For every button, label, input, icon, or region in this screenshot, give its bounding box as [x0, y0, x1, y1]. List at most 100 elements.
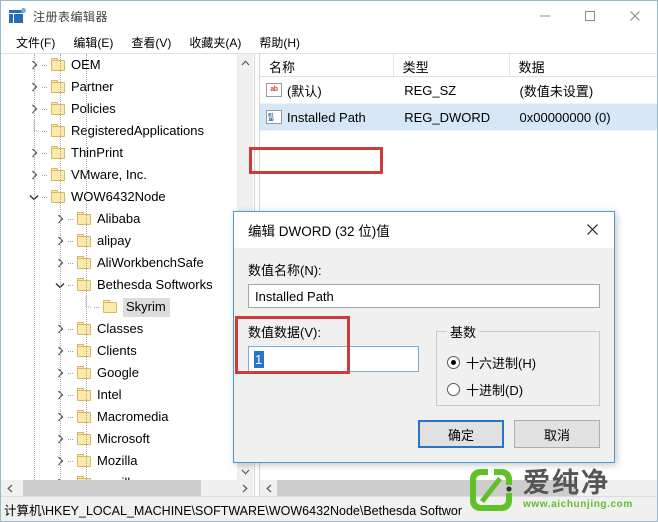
menu-item-help[interactable]: 帮助(H): [250, 32, 309, 53]
value-data: (数值未设置): [519, 83, 594, 99]
folder-icon: [76, 432, 92, 446]
scroll-right-icon[interactable]: [236, 480, 253, 496]
folder-icon: [76, 256, 92, 270]
tree-connector: [68, 252, 76, 274]
folder-icon: [50, 58, 66, 72]
tree-node-registeredapplications[interactable]: RegisteredApplications: [1, 120, 236, 142]
value-data-column: 数值数据(V): 1: [248, 322, 419, 406]
string-value-icon: ab: [266, 83, 282, 97]
ok-button[interactable]: 确定: [418, 420, 504, 448]
folder-icon: [76, 388, 92, 402]
tree-node-alibaba[interactable]: Alibaba: [1, 208, 236, 230]
registry-tree-pane: OEM Partner Policies RegisteredApplications…: [1, 54, 254, 496]
tree-node-label: Alibaba: [97, 211, 141, 226]
folder-icon: [50, 80, 66, 94]
radio-hexadecimal[interactable]: 十六进制(H): [447, 353, 589, 372]
value-data-input[interactable]: 1: [248, 346, 419, 372]
tree-node-oem[interactable]: OEM: [1, 54, 236, 76]
scroll-left-icon[interactable]: [260, 480, 277, 496]
listview-header: 名称 类型 数据: [260, 54, 657, 77]
scroll-left-icon[interactable]: [1, 480, 18, 496]
tree-node-label: alipay: [97, 233, 131, 248]
radix-column: 基数 十六进制(H) 十进制(D): [436, 322, 600, 406]
tree-node-bethesda-softworks[interactable]: Bethesda Softworks: [1, 274, 236, 296]
close-icon[interactable]: [612, 1, 657, 31]
folder-icon: [50, 146, 66, 160]
tree-node-partner[interactable]: Partner: [1, 76, 236, 98]
tree-node-aliworkbenchsafe[interactable]: AliWorkbenchSafe: [1, 252, 236, 274]
radio-decimal[interactable]: 十进制(D): [447, 380, 589, 399]
folder-icon: [76, 234, 92, 248]
maximize-icon[interactable]: [567, 1, 612, 31]
tree-node-macromedia[interactable]: Macromedia: [1, 406, 236, 428]
column-header-name[interactable]: 名称: [260, 54, 394, 76]
tree-node-clients[interactable]: Clients: [1, 340, 236, 362]
registry-tree: OEM Partner Policies RegisteredApplications…: [1, 54, 236, 480]
scroll-up-icon[interactable]: [237, 54, 253, 71]
tree-node-alipay[interactable]: alipay: [1, 230, 236, 252]
tree-connector: [68, 318, 76, 340]
tree-node-mozilla[interactable]: Mozilla: [1, 450, 236, 472]
folder-icon: [76, 278, 92, 292]
menu-item-edit[interactable]: 编辑(E): [64, 32, 122, 53]
tree-node-label: Partner: [71, 79, 114, 94]
radix-group: 基数 十六进制(H) 十进制(D): [436, 322, 600, 406]
value-data-label: 数值数据(V):: [248, 325, 321, 340]
tree-node-label: RegisteredApplications: [71, 123, 204, 138]
tree-hscroll-thumb[interactable]: [23, 480, 201, 496]
svg-text:100: 100: [268, 117, 274, 122]
window-title: 注册表编辑器: [33, 9, 109, 24]
tree-node-label: Policies: [71, 101, 116, 116]
tree-connector: [68, 340, 76, 362]
tree-node-label: Clients: [97, 343, 137, 358]
radix-legend: 基数: [450, 325, 477, 340]
tree-connector: [42, 164, 50, 186]
tree-node-mozilla-org[interactable]: mozilla.org: [1, 472, 236, 480]
value-type: REG_SZ: [404, 82, 457, 98]
minimize-icon[interactable]: [522, 1, 567, 31]
value-data-text: 1: [254, 350, 265, 368]
table-row[interactable]: ab (默认) REG_SZ (数值未设置): [260, 77, 657, 104]
tree-node-classes[interactable]: Classes: [1, 318, 236, 340]
tree-horizontal-scrollbar[interactable]: [1, 480, 253, 496]
tree-node-skyrim[interactable]: Skyrim: [1, 296, 236, 318]
folder-icon: [102, 300, 118, 314]
folder-icon: [50, 168, 66, 182]
menu-item-view[interactable]: 查看(V): [122, 32, 180, 53]
radio-decimal-label: 十进制(D): [466, 383, 524, 398]
tree-node-microsoft[interactable]: Microsoft: [1, 428, 236, 450]
tree-connector: [68, 472, 76, 480]
menu-item-file[interactable]: 文件(F): [7, 32, 64, 53]
cancel-button[interactable]: 取消: [514, 420, 600, 448]
close-icon[interactable]: [570, 212, 614, 246]
radio-button-icon[interactable]: [447, 383, 460, 396]
radio-button-icon[interactable]: [447, 356, 460, 369]
dialog-buttons: 确定 取消: [418, 420, 600, 448]
value-name-input[interactable]: Installed Path: [248, 284, 600, 308]
tree-connector: [68, 208, 76, 230]
dialog-title-bar: 编辑 DWORD (32 位)值: [234, 212, 614, 248]
registry-editor-window: 注册表编辑器 文件(F) 编辑(E) 查看(V) 收藏夹(A) 帮助(H) OE…: [0, 0, 658, 522]
column-header-type[interactable]: 类型: [394, 54, 510, 76]
tree-connector: [68, 428, 76, 450]
folder-icon: [50, 190, 66, 204]
tree-node-google[interactable]: Google: [1, 362, 236, 384]
table-row[interactable]: 011 100 Installed Path REG_DWORD 0x00000…: [260, 104, 657, 131]
tree-connector: [68, 230, 76, 252]
tree-guide-line: [60, 54, 61, 480]
tree-node-wow6432node[interactable]: WOW6432Node: [1, 186, 236, 208]
folder-icon: [76, 454, 92, 468]
tree-node-label: Skyrim: [123, 297, 170, 317]
folder-icon: [50, 124, 66, 138]
column-header-data[interactable]: 数据: [510, 54, 657, 76]
tree-node-vmware-inc[interactable]: VMware, Inc.: [1, 164, 236, 186]
tree-connector: [42, 76, 50, 98]
tree-node-thinprint[interactable]: ThinPrint: [1, 142, 236, 164]
tree-node-policies[interactable]: Policies: [1, 98, 236, 120]
scroll-down-icon[interactable]: [237, 463, 253, 480]
tree-node-label: Bethesda Softworks: [97, 277, 213, 292]
tree-connector: [42, 142, 50, 164]
menu-item-favorites[interactable]: 收藏夹(A): [180, 32, 250, 53]
tree-hscroll-track[interactable]: [18, 480, 236, 496]
tree-node-intel[interactable]: Intel: [1, 384, 236, 406]
